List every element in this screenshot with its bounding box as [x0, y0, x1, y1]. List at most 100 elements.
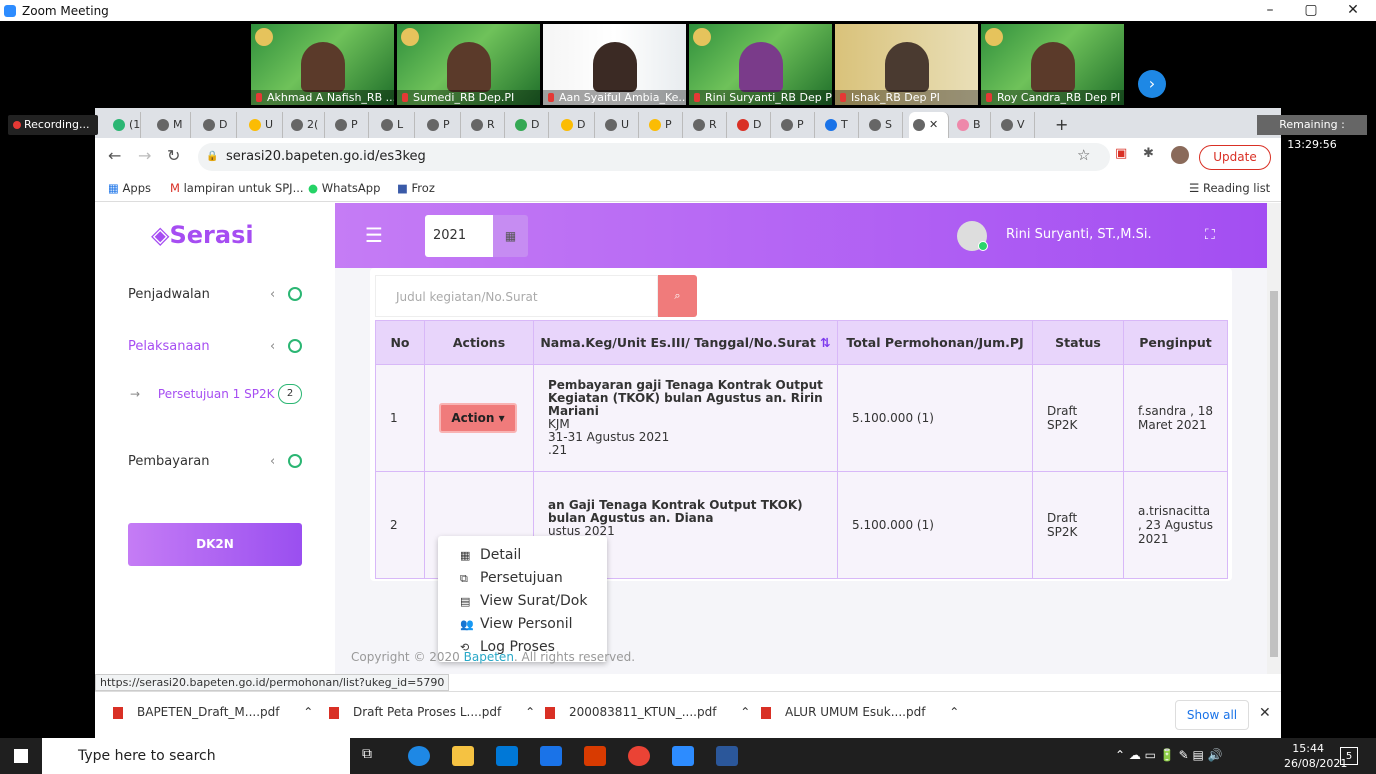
row-no: 2	[375, 471, 425, 579]
task-view-icon[interactable]: ⧉	[362, 746, 384, 766]
download-item[interactable]: Draft Peta Proses L....pdf ⌃	[329, 705, 535, 719]
close-icon[interactable]: ✕	[1259, 705, 1271, 721]
star-icon[interactable]: ☆	[1077, 146, 1090, 164]
recording-indicator[interactable]: Recording...	[8, 115, 98, 135]
browser-tab[interactable]: D	[557, 112, 595, 138]
browser-tab[interactable]: M	[153, 112, 191, 138]
taskbar-search-input[interactable]: Type here to search	[42, 738, 350, 774]
browser-tab[interactable]: D	[511, 112, 549, 138]
hamburger-menu-icon[interactable]: ☰	[365, 225, 383, 245]
update-button[interactable]: Update	[1199, 145, 1271, 170]
browser-tab[interactable]: P	[423, 112, 461, 138]
maximize-icon[interactable]: ▢	[1288, 0, 1334, 21]
close-icon[interactable]: ✕	[1330, 0, 1376, 21]
scrollbar-thumb[interactable]	[1270, 291, 1278, 657]
menu-item-view-personil[interactable]: 👥 View Personil	[438, 613, 607, 636]
calendar-icon[interactable]: ▦	[493, 215, 528, 257]
reading-list[interactable]: ☰ Reading list	[1189, 181, 1270, 195]
search-input[interactable]: Judul kegiatan/No.Surat	[375, 275, 658, 317]
browser-tab[interactable]: P	[645, 112, 683, 138]
status-url: https://serasi20.bapeten.go.id/permohona…	[95, 674, 450, 691]
url-input[interactable]: serasi20.bapeten.go.id/es3keg	[198, 143, 1110, 171]
profile-avatar[interactable]	[1171, 146, 1189, 164]
back-icon[interactable]: ←	[108, 146, 121, 165]
forward-icon[interactable]: →	[138, 146, 151, 165]
participant-tile[interactable]: Roy Candra_RB Dep PI	[981, 24, 1124, 105]
dk2n-button[interactable]: DK2N	[128, 523, 302, 566]
app-logo[interactable]: ◈Serasi	[151, 221, 254, 249]
download-item[interactable]: ALUR UMUM Esuk....pdf ⌃	[761, 705, 959, 719]
browser-tab-active[interactable]: ✕	[909, 112, 949, 138]
bookmark-froz[interactable]: ■ Froz	[397, 181, 435, 195]
bookmark-apps[interactable]: ▦ Apps	[108, 181, 151, 195]
arrow-right-icon: →	[130, 387, 141, 401]
sidebar: ◈Serasi Penjadwalan ‹ Pelaksanaan ‹ → Pe…	[95, 203, 335, 674]
menu-item-detail[interactable]: ▦ Detail	[438, 544, 607, 567]
system-tray-icons[interactable]: ⌃ ☁ ▭ 🔋 ✎ ▤ 🔊	[1115, 748, 1223, 762]
participant-strip: Akhmad A Nafish_RB ... Sumedi_RB Dep.PI …	[0, 21, 1376, 107]
menu-item-persetujuan[interactable]: ⧉ Persetujuan	[438, 567, 607, 590]
participant-tile[interactable]: Rini Suryanti_RB Dep PI	[689, 24, 832, 105]
browser-tab[interactable]: U	[245, 112, 283, 138]
page-scrollbar[interactable]	[1267, 203, 1281, 674]
browser-tab[interactable]: (1	[109, 112, 141, 138]
search-icon[interactable]: ⌕	[658, 275, 697, 317]
download-item[interactable]: BAPETEN_Draft_M....pdf ⌃	[113, 705, 313, 719]
notification-icon[interactable]: 5	[1340, 747, 1358, 765]
browser-tab[interactable]: D	[733, 112, 771, 138]
sidebar-subitem-persetujuan[interactable]: → Persetujuan 1 SP2K 2	[130, 384, 310, 404]
mail-icon[interactable]	[540, 746, 562, 766]
participant-tile[interactable]: Ishak_RB Dep PI	[835, 24, 978, 105]
next-page-icon[interactable]: ›	[1138, 70, 1166, 98]
store-icon[interactable]	[496, 746, 518, 766]
office-icon[interactable]	[584, 746, 606, 766]
minimize-icon[interactable]: –	[1247, 0, 1293, 21]
file-explorer-icon[interactable]	[452, 746, 474, 766]
edge-icon[interactable]	[408, 746, 430, 766]
reload-icon[interactable]: ↻	[167, 146, 180, 165]
bookmark-whatsapp[interactable]: ● WhatsApp	[308, 181, 380, 195]
windows-start-icon[interactable]	[14, 749, 28, 763]
browser-tab[interactable]: D	[199, 112, 237, 138]
download-item[interactable]: 200083811_KTUN_....pdf ⌃	[545, 705, 750, 719]
downloads-bar: BAPETEN_Draft_M....pdf ⌃ Draft Peta Pros…	[95, 691, 1281, 738]
browser-tab[interactable]: R	[467, 112, 505, 138]
browser-tab[interactable]: U	[601, 112, 639, 138]
avatar[interactable]	[957, 221, 988, 251]
browser-tab[interactable]: V	[997, 112, 1035, 138]
extension-icon[interactable]: ▣	[1115, 146, 1127, 161]
bookmark-gmail[interactable]: M lampiran untuk SPJ...	[170, 181, 304, 195]
menu-item-view-surat[interactable]: ▤ View Surat/Dok	[438, 590, 607, 613]
browser-tab[interactable]: P	[777, 112, 815, 138]
chrome-icon[interactable]	[628, 746, 650, 766]
browser-tab[interactable]: S	[865, 112, 903, 138]
fullscreen-icon[interactable]: ⛶	[1205, 227, 1215, 243]
zoom-app-icon[interactable]	[672, 746, 694, 766]
footer-brand-link[interactable]: Bapeten	[464, 650, 514, 664]
browser-tab[interactable]: P	[331, 112, 369, 138]
participant-tile[interactable]: Sumedi_RB Dep.PI	[397, 24, 540, 105]
new-tab-icon[interactable]: +	[1051, 112, 1071, 138]
clock[interactable]: 15:44 26/08/2021	[1284, 741, 1347, 771]
participant-tile[interactable]: Akhmad A Nafish_RB ...	[251, 24, 394, 105]
browser-tab[interactable]: B	[953, 112, 991, 138]
browser-tab[interactable]: T	[821, 112, 859, 138]
browser-tab[interactable]: R	[689, 112, 727, 138]
sort-icon: ⇅	[820, 335, 831, 350]
sidebar-item-pelaksanaan[interactable]: Pelaksanaan ‹	[128, 339, 308, 354]
column-header[interactable]: Nama.Keg/Unit Es.III/ Tanggal/No.Surat ⇅	[533, 320, 838, 365]
puzzle-icon[interactable]: ✱	[1143, 146, 1154, 161]
user-name[interactable]: Rini Suryanti, ST.,M.Si.	[1006, 227, 1152, 242]
pdf-icon	[761, 706, 771, 719]
show-all-button[interactable]: Show all	[1175, 700, 1249, 730]
target-icon	[288, 339, 302, 353]
browser-tab[interactable]: L	[377, 112, 415, 138]
participant-tile[interactable]: Aan Syaiful Ambia_Ke...	[543, 24, 686, 105]
year-input[interactable]: 2021	[425, 215, 495, 257]
sidebar-item-pembayaran[interactable]: Pembayaran ‹	[128, 454, 308, 469]
chevron-left-icon: ‹	[270, 339, 276, 354]
action-dropdown-button[interactable]: Action ▾	[439, 403, 517, 433]
browser-tab[interactable]: 2(	[287, 112, 325, 138]
sidebar-item-penjadwalan[interactable]: Penjadwalan ‹	[128, 287, 308, 302]
word-icon[interactable]	[716, 746, 738, 766]
